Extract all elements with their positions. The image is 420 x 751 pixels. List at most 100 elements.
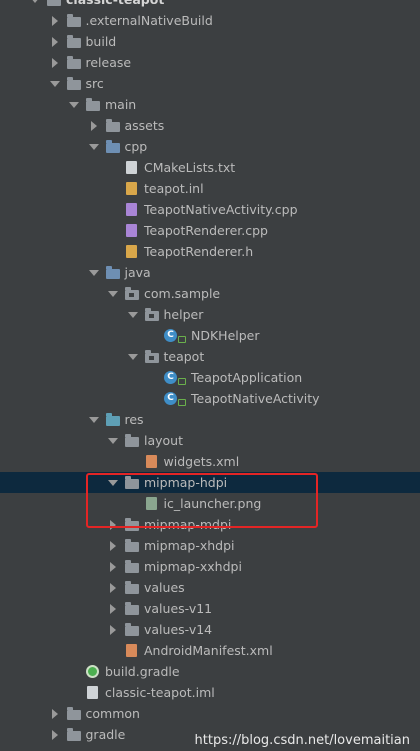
folder-icon <box>105 412 120 427</box>
expand-arrow-icon[interactable] <box>88 409 100 430</box>
xml-file-icon <box>125 643 139 658</box>
tree-row[interactable]: com.sample <box>0 283 420 304</box>
folder-icon <box>86 97 100 112</box>
tree-row[interactable]: ic_launcher.png <box>0 493 420 514</box>
tree-row[interactable]: values-v11 <box>0 598 420 619</box>
folder-icon <box>125 433 139 448</box>
collapse-arrow-icon[interactable] <box>107 556 119 577</box>
tree-row[interactable]: java <box>0 262 420 283</box>
tree-item-label: mipmap-xxhdpi <box>144 559 242 574</box>
tree-item-label: CMakeLists.txt <box>144 160 236 175</box>
expand-arrow-icon[interactable] <box>29 0 41 10</box>
arrow-spacer <box>68 661 80 682</box>
tree-row[interactable]: TeapotRenderer.cpp <box>0 220 420 241</box>
tree-item-label: src <box>85 76 104 91</box>
collapse-arrow-icon[interactable] <box>49 724 61 745</box>
cpp-file-icon <box>125 202 139 217</box>
tree-row[interactable]: values <box>0 577 420 598</box>
expand-arrow-icon[interactable] <box>49 73 61 94</box>
tree-row[interactable]: mipmap-xhdpi <box>0 535 420 556</box>
tree-row[interactable]: assets <box>0 115 420 136</box>
tree-item-label: mipmap-hdpi <box>144 475 228 490</box>
folder-icon <box>125 559 139 574</box>
collapse-arrow-icon[interactable] <box>107 577 119 598</box>
arrow-spacer <box>146 325 158 346</box>
collapse-arrow-icon[interactable] <box>49 703 61 724</box>
folder-icon <box>105 265 120 280</box>
java-class-icon: C <box>164 370 186 385</box>
tree-item-label: cpp <box>124 139 148 154</box>
tree-row[interactable]: TeapotRenderer.h <box>0 241 420 262</box>
arrow-spacer <box>107 220 119 241</box>
tree-row[interactable]: common <box>0 703 420 724</box>
tree-row[interactable]: cpp <box>0 136 420 157</box>
expand-arrow-icon[interactable] <box>127 346 139 367</box>
collapse-arrow-icon[interactable] <box>107 619 119 640</box>
folder-icon <box>66 76 81 91</box>
arrow-spacer <box>107 241 119 262</box>
expand-arrow-icon[interactable] <box>88 262 100 283</box>
expand-arrow-icon[interactable] <box>107 472 119 493</box>
tree-row[interactable]: teapot.inl <box>0 178 420 199</box>
tree-item-label: values <box>144 580 185 595</box>
collapse-arrow-icon[interactable] <box>107 514 119 535</box>
tree-item-label: common <box>85 706 140 721</box>
tree-row[interactable]: CMakeLists.txt <box>0 157 420 178</box>
tree-row[interactable]: TeapotNativeActivity.cpp <box>0 199 420 220</box>
tree-row[interactable]: values-v14 <box>0 619 420 640</box>
tree-row[interactable]: src <box>0 73 420 94</box>
tree-row[interactable]: mipmap-hdpi <box>0 472 420 493</box>
tree-row[interactable]: C NDKHelper <box>0 325 420 346</box>
tree-item-label: values-v14 <box>144 622 213 637</box>
tree-item-label: values-v11 <box>144 601 213 616</box>
header-file-icon <box>125 181 139 196</box>
tree-item-label: TeapotRenderer.cpp <box>144 223 268 238</box>
tree-row[interactable]: res <box>0 409 420 430</box>
folder-icon <box>125 517 139 532</box>
tree-row[interactable]: layout <box>0 430 420 451</box>
tree-item-label: mipmap-mdpi <box>144 517 232 532</box>
tree-item-label: java <box>124 265 151 280</box>
package-icon <box>144 349 159 364</box>
tree-row[interactable]: main <box>0 94 420 115</box>
expand-arrow-icon[interactable] <box>107 430 119 451</box>
tree-row[interactable]: build.gradle <box>0 661 420 682</box>
collapse-arrow-icon[interactable] <box>49 52 61 73</box>
tree-item-label: TeapotApplication <box>191 370 303 385</box>
tree-row[interactable]: mipmap-mdpi <box>0 514 420 535</box>
collapse-arrow-icon[interactable] <box>49 10 61 31</box>
collapse-arrow-icon[interactable] <box>107 598 119 619</box>
collapse-arrow-icon[interactable] <box>49 31 61 52</box>
folder-icon <box>66 13 81 28</box>
tree-row[interactable]: mipmap-xxhdpi <box>0 556 420 577</box>
image-file-icon <box>145 496 159 511</box>
arrow-spacer <box>146 367 158 388</box>
tree-row[interactable]: classic-teapot.iml <box>0 682 420 703</box>
collapse-arrow-icon[interactable] <box>88 115 100 136</box>
arrow-spacer <box>107 157 119 178</box>
lock-icon <box>178 398 186 406</box>
expand-arrow-icon[interactable] <box>68 94 80 115</box>
tree-item-label: TeapotNativeActivity.cpp <box>144 202 298 217</box>
collapse-arrow-icon[interactable] <box>107 535 119 556</box>
tree-row[interactable]: AndroidManifest.xml <box>0 640 420 661</box>
tree-row[interactable]: .externalNativeBuild <box>0 10 420 31</box>
tree-row[interactable]: widgets.xml <box>0 451 420 472</box>
folder-icon <box>105 118 120 133</box>
tree-row[interactable]: C TeapotNativeActivity <box>0 388 420 409</box>
tree-row[interactable]: teapot <box>0 346 420 367</box>
tree-row[interactable]: release <box>0 52 420 73</box>
tree-item-label: TeapotNativeActivity <box>191 391 320 406</box>
folder-icon <box>66 34 81 49</box>
tree-row[interactable]: build <box>0 31 420 52</box>
tree-row[interactable]: helper <box>0 304 420 325</box>
tree-item-label: release <box>85 55 132 70</box>
expand-arrow-icon[interactable] <box>88 136 100 157</box>
expand-arrow-icon[interactable] <box>127 304 139 325</box>
expand-arrow-icon[interactable] <box>107 283 119 304</box>
tree-item-label: assets <box>124 118 165 133</box>
arrow-spacer <box>127 493 139 514</box>
folder-icon <box>66 706 81 721</box>
tree-row[interactable]: C TeapotApplication <box>0 367 420 388</box>
tree-row[interactable]: classic-teapot <box>0 0 420 10</box>
